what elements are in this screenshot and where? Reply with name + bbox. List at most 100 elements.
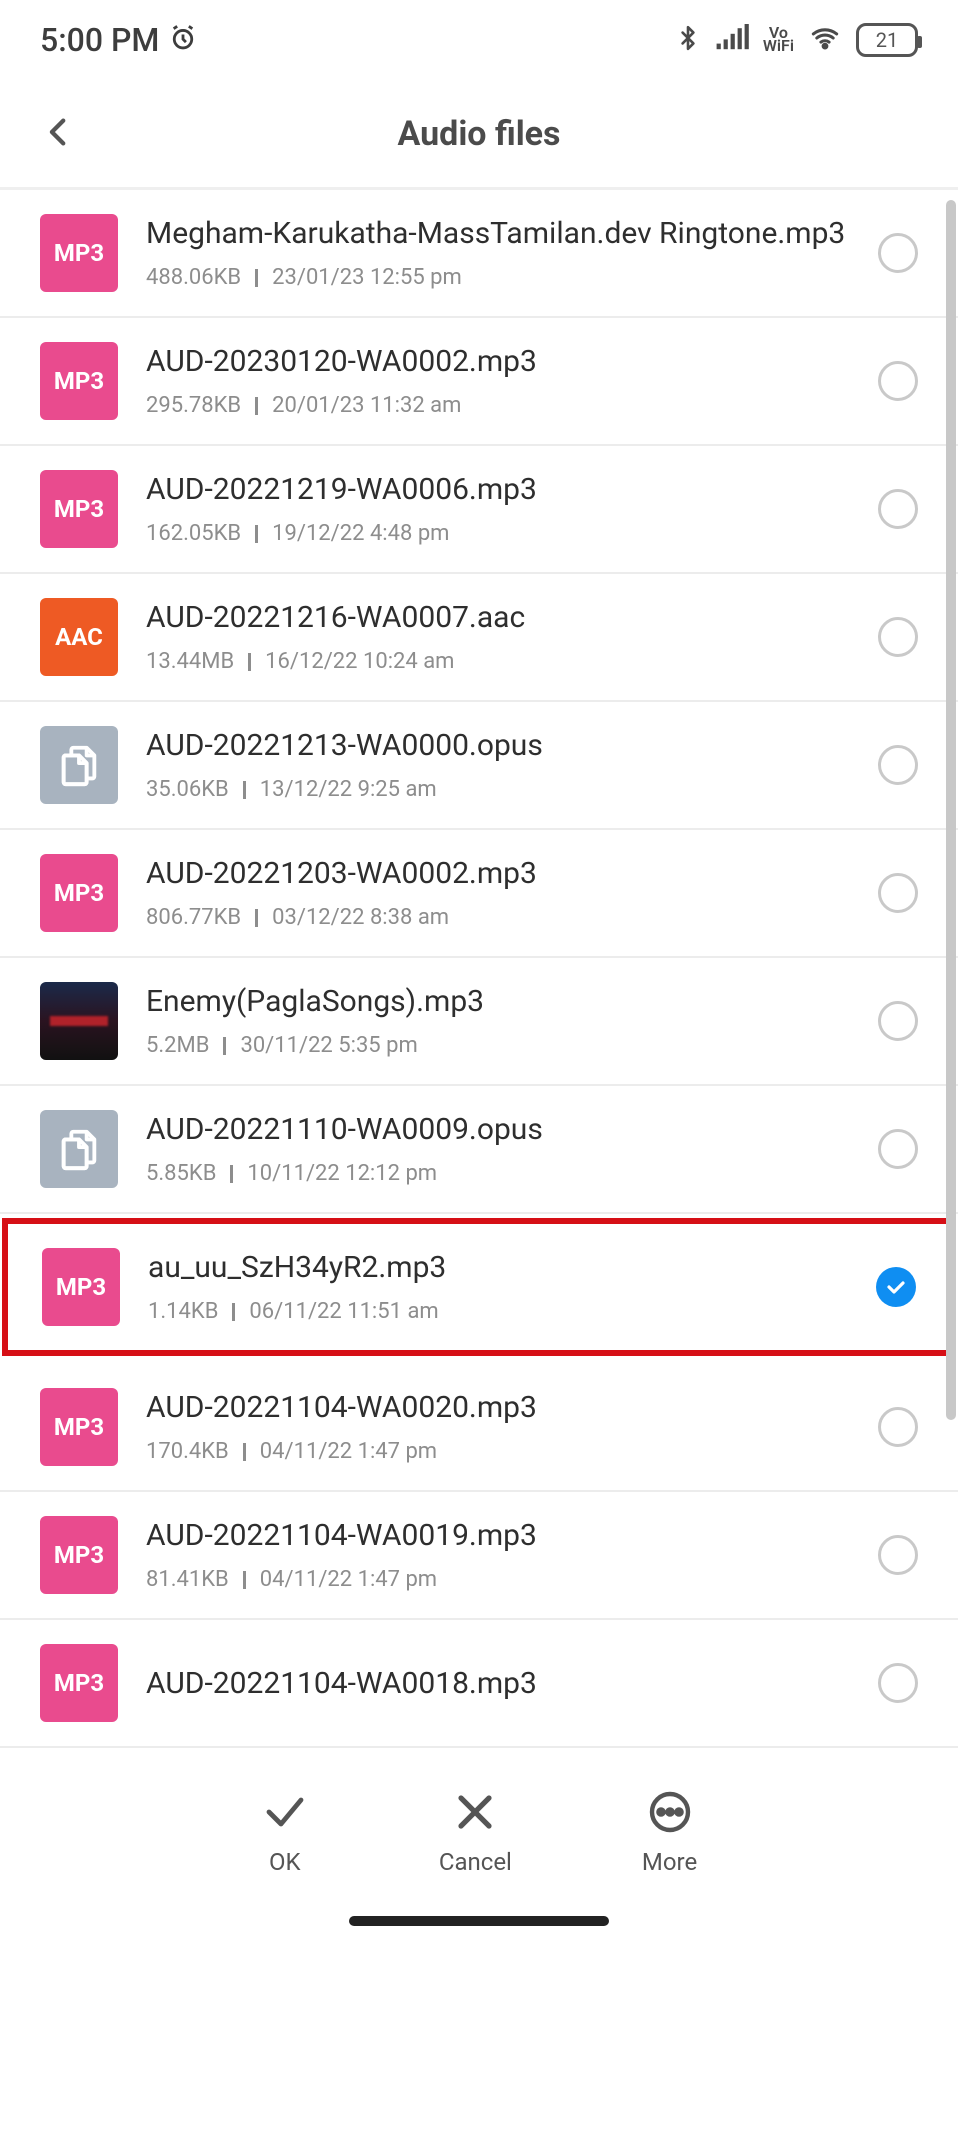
file-thumb-mp3: MP3 [40, 1516, 118, 1594]
file-info: AUD-20221104-WA0019.mp381.41KB04/11/22 1… [118, 1518, 878, 1592]
file-name: AUD-20221110-WA0009.opus [146, 1112, 850, 1147]
file-name: AUD-20221219-WA0006.mp3 [146, 472, 850, 507]
status-bar: 5:00 PM Vo WiFi [0, 0, 958, 80]
selection-checkbox[interactable] [878, 1663, 918, 1703]
back-button[interactable] [42, 110, 92, 158]
file-meta: 162.05KB19/12/22 4:48 pm [146, 521, 850, 546]
selection-checkbox[interactable] [878, 1535, 918, 1575]
file-meta: 1.14KB06/11/22 11:51 am [148, 1299, 848, 1324]
file-size: 81.41KB [146, 1567, 229, 1592]
file-info: Enemy(PaglaSongs).mp35.2MB30/11/22 5:35 … [118, 984, 878, 1058]
file-meta: 488.06KB 23/01/23 12:55 pm [146, 265, 850, 290]
file-date: 23/01/23 12:55 pm [272, 265, 462, 290]
meta-separator [230, 1165, 233, 1183]
file-thumb-mp3: MP3 [40, 214, 118, 292]
file-row[interactable]: Enemy(PaglaSongs).mp35.2MB30/11/22 5:35 … [0, 958, 958, 1086]
wifi-icon [808, 24, 842, 56]
file-row[interactable]: MP3AUD-20230120-WA0002.mp3295.78KB20/01/… [0, 318, 958, 446]
meta-separator [248, 653, 251, 671]
file-name: AUD-20221104-WA0018.mp3 [146, 1666, 850, 1701]
selection-checkbox[interactable] [878, 1001, 918, 1041]
file-size: 35.06KB [146, 777, 229, 802]
page-title: Audio files [92, 114, 866, 154]
selection-checkbox[interactable] [876, 1267, 916, 1307]
file-row[interactable]: MP3AUD-20221203-WA0002.mp3806.77KB03/12/… [0, 830, 958, 958]
file-name: AUD-20221203-WA0002.mp3 [146, 856, 850, 891]
file-info: AUD-20221213-WA0000.opus 35.06KB 13/12/22 … [118, 728, 878, 802]
meta-separator [243, 1571, 246, 1589]
file-meta: 13.44MB16/12/22 10:24 am [146, 649, 850, 674]
selection-checkbox[interactable] [878, 617, 918, 657]
file-info: Megham-Karukatha-MassTamilan.dev Rington… [118, 216, 878, 290]
file-row[interactable]: MP3 Megham-Karukatha-MassTamilan.dev Ring… [0, 190, 958, 318]
battery-indicator: 21 [856, 23, 918, 57]
file-info: AUD-20221104-WA0020.mp3 170.4KB 04/11/22 1… [118, 1390, 878, 1464]
file-date: 16/12/22 10:24 am [265, 649, 454, 674]
file-meta: 170.4KB 04/11/22 1:47 pm [146, 1439, 850, 1464]
file-row[interactable]: MP3 AUD-20221104-WA0018.mp3 [0, 1620, 958, 1748]
selection-checkbox[interactable] [878, 489, 918, 529]
selection-checkbox[interactable] [878, 745, 918, 785]
selection-checkbox[interactable] [878, 1129, 918, 1169]
file-meta: 81.41KB04/11/22 1:47 pm [146, 1567, 850, 1592]
file-date: 19/12/22 4:48 pm [272, 521, 449, 546]
file-meta: 806.77KB 03/12/22 8:38 am [146, 905, 850, 930]
file-thumb-mp3: MP3 [40, 1644, 118, 1722]
selection-checkbox[interactable] [878, 361, 918, 401]
file-row[interactable]: MP3AUD-20221104-WA0020.mp3170.4KB04/11/2… [0, 1364, 958, 1492]
file-name: AUD-20221213-WA0000.opus [146, 728, 850, 763]
meta-separator [255, 909, 258, 927]
file-meta: 295.78KB20/01/23 11:32 am [146, 393, 850, 418]
file-date: 04/11/22 1:47 pm [260, 1439, 437, 1464]
status-right: Vo WiFi 21 [675, 23, 918, 57]
file-meta: 35.06KB 13/12/22 9:25 am [146, 777, 850, 802]
file-info: AUD-20221216-WA0007.aac13.44MB16/12/22 1… [118, 600, 878, 674]
file-list: MP3 Megham-Karukatha-MassTamilan.dev Ring… [0, 190, 958, 1748]
cancel-button[interactable]: Cancel [439, 1788, 512, 1876]
file-info: AUD-20221203-WA0002.mp3 806.77KB 03/12/22 … [118, 856, 878, 930]
file-row[interactable]: AACAUD-20221216-WA0007.aac13.44MB16/12/2… [0, 574, 958, 702]
file-name: AUD-20221104-WA0020.mp3 [146, 1390, 850, 1425]
file-thumb-opus [40, 1110, 118, 1188]
home-indicator[interactable] [349, 1916, 609, 1926]
scroll-indicator[interactable] [946, 200, 956, 1420]
file-info: AUD-20221219-WA0006.mp3 162.05KB19/12/22 … [118, 472, 878, 546]
selection-checkbox[interactable] [878, 233, 918, 273]
file-size: 5.85KB [146, 1161, 216, 1186]
meta-separator [255, 525, 258, 543]
file-size: 170.4KB [146, 1439, 229, 1464]
status-left: 5:00 PM [40, 21, 197, 59]
selection-checkbox[interactable] [878, 873, 918, 913]
meta-separator [223, 1037, 226, 1055]
file-row[interactable]: AUD-20221110-WA0009.opus 5.85KB10/11/22 1… [0, 1086, 958, 1214]
file-name: AUD-20230120-WA0002.mp3 [146, 344, 850, 379]
file-meta: 5.85KB10/11/22 12:12 pm [146, 1161, 850, 1186]
cancel-label: Cancel [439, 1848, 512, 1876]
signal-icon [715, 24, 749, 56]
ok-label: OK [269, 1848, 301, 1876]
file-thumb-mp3: MP3 [42, 1248, 120, 1326]
vowifi-icon: Vo WiFi [763, 27, 794, 53]
file-date: 30/11/22 5:35 pm [240, 1033, 417, 1058]
file-meta: 5.2MB30/11/22 5:35 pm [146, 1033, 850, 1058]
more-button[interactable]: More [642, 1788, 697, 1876]
file-thumb-aac: AAC [40, 598, 118, 676]
file-row[interactable]: MP3AUD-20221104-WA0019.mp381.41KB04/11/2… [0, 1492, 958, 1620]
file-size: 806.77KB [146, 905, 241, 930]
file-size: 1.14KB [148, 1299, 218, 1324]
file-row[interactable]: MP3 AUD-20221219-WA0006.mp3 162.05KB19/12/… [0, 446, 958, 574]
file-name: Megham-Karukatha-MassTamilan.dev Rington… [146, 216, 850, 251]
file-thumb-art [40, 982, 118, 1060]
file-date: 13/12/22 9:25 am [260, 777, 437, 802]
more-label: More [642, 1848, 697, 1876]
selection-checkbox[interactable] [878, 1407, 918, 1447]
file-date: 03/12/22 8:38 am [272, 905, 449, 930]
file-size: 488.06KB [146, 265, 241, 290]
file-row[interactable]: MP3au_uu_SzH34yR2.mp31.14KB06/11/22 11:5… [2, 1218, 956, 1356]
file-info: AUD-20221104-WA0018.mp3 [118, 1666, 878, 1701]
ok-button[interactable]: OK [261, 1788, 309, 1876]
alarm-icon [169, 24, 197, 56]
file-thumb-mp3: MP3 [40, 470, 118, 548]
file-row[interactable]: AUD-20221213-WA0000.opus 35.06KB 13/12/22 … [0, 702, 958, 830]
meta-separator [255, 397, 258, 415]
